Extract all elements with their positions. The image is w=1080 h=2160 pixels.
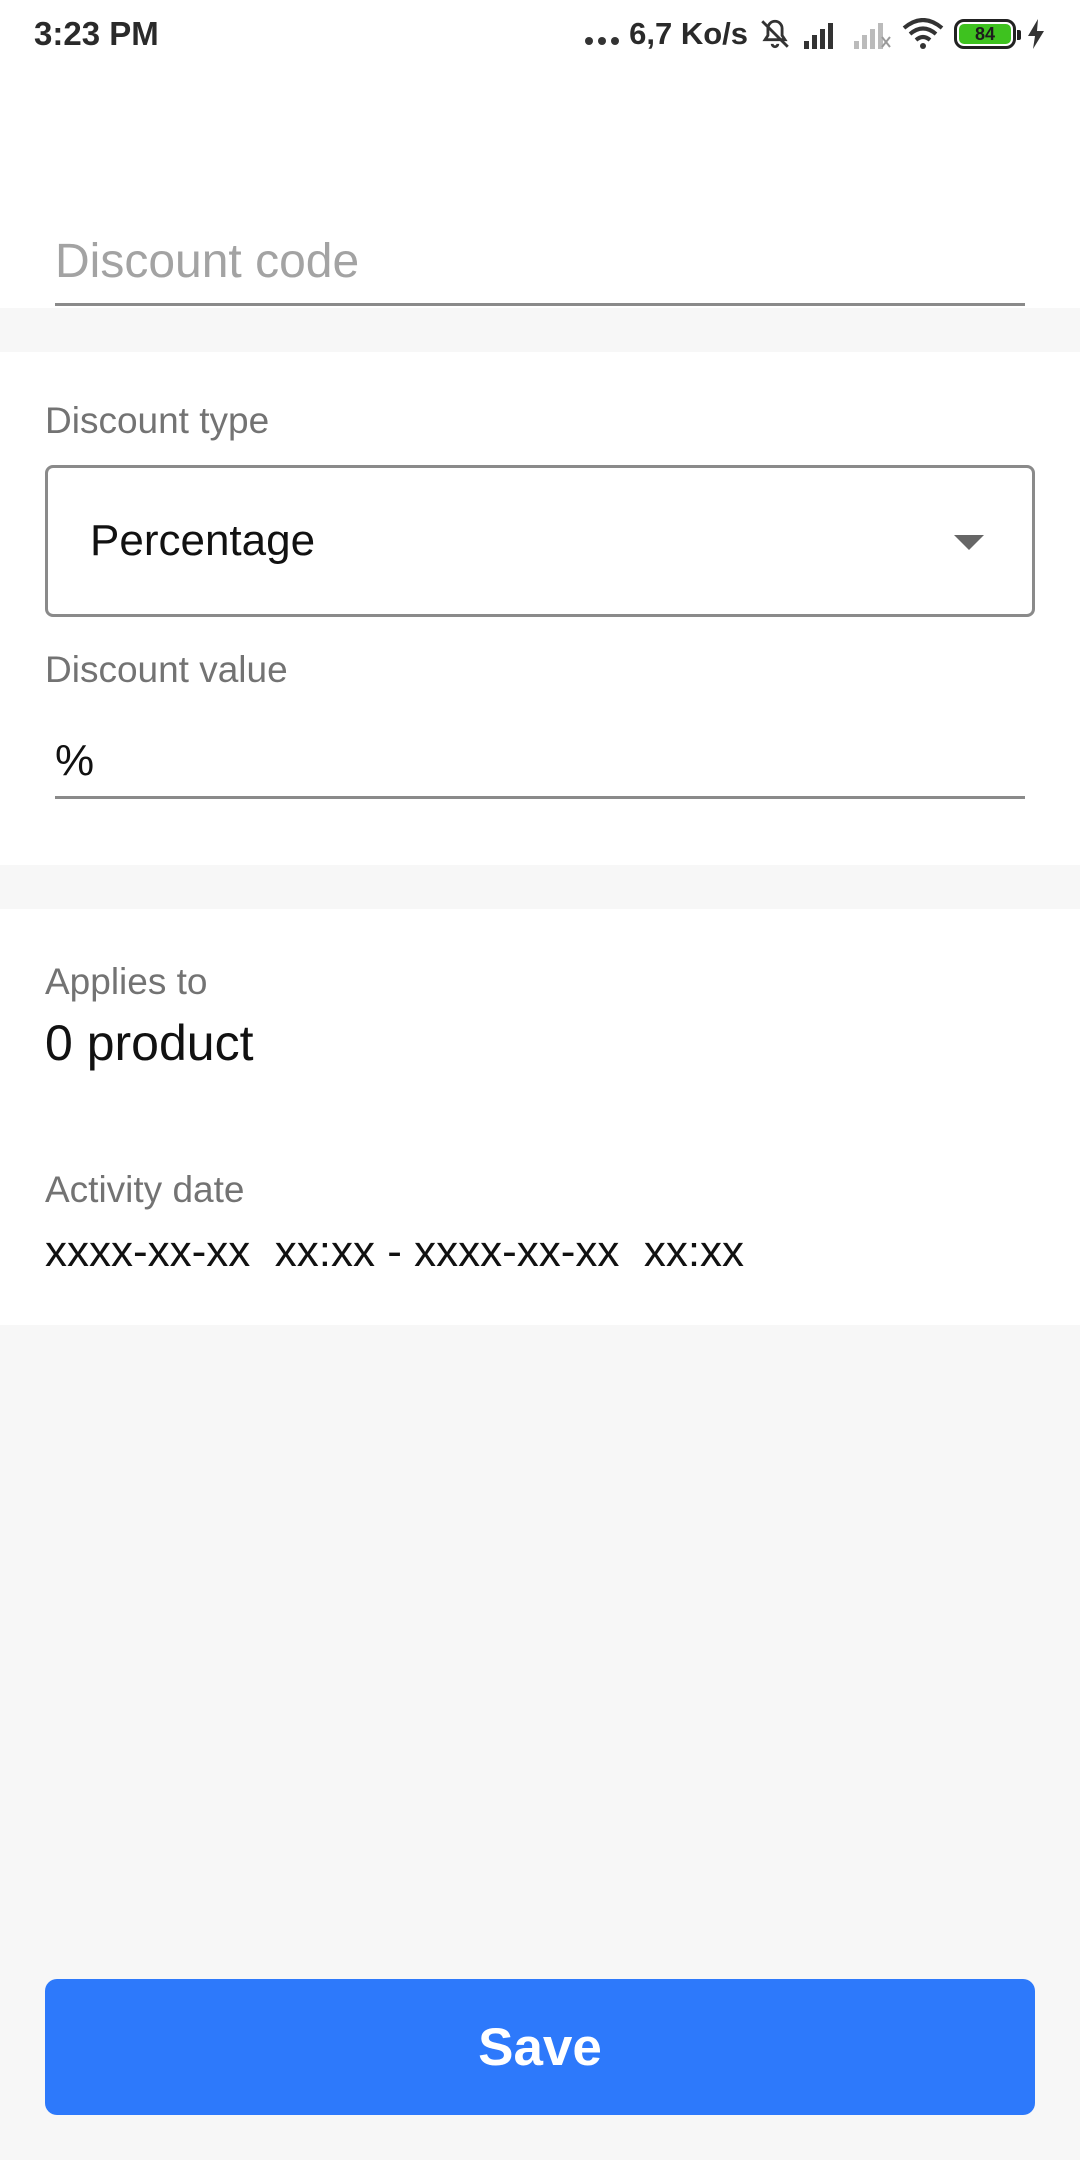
more-dots-icon (585, 23, 620, 45)
activity-date-value[interactable]: xxxx-xx-xx xx:xx - xxxx-xx-xx xx:xx (45, 1227, 744, 1277)
discount-type-label: Discount type (45, 400, 270, 441)
no-signal-icon (852, 19, 892, 49)
applies-to-label: Applies to (45, 961, 208, 1002)
chevron-down-icon (954, 535, 984, 550)
status-icons: 6,7 Ko/s 84 (585, 16, 1046, 52)
save-button[interactable]: Save (45, 1979, 1035, 2115)
activity-date-label: Activity date (45, 1169, 245, 1210)
discount-code-input[interactable]: Discount code (55, 164, 1025, 306)
discount-type-section: Discount type Percentage Discount value … (0, 352, 1080, 865)
battery-icon: 84 (954, 19, 1021, 49)
battery-level: 84 (959, 24, 1011, 44)
applies-to-value[interactable]: 0 product (45, 1014, 253, 1072)
applies-section: Applies to 0 product Activity date xxxx-… (0, 909, 1080, 1325)
discount-type-value: Percentage (90, 516, 316, 565)
discount-type-select[interactable]: Percentage (45, 465, 1035, 617)
status-time: 3:23 PM (34, 15, 159, 52)
wifi-icon (902, 18, 944, 50)
signal-icon (802, 19, 842, 49)
discount-code-placeholder: Discount code (55, 235, 360, 288)
mute-bell-icon (758, 17, 792, 51)
net-speed: 6,7 Ko/s (629, 16, 748, 51)
discount-value-unit: % (55, 736, 95, 785)
discount-code-section: Discount code (0, 68, 1080, 308)
discount-value-label: Discount value (45, 649, 288, 690)
discount-value-input[interactable]: % (55, 715, 1025, 799)
charging-icon (1026, 19, 1046, 49)
status-bar: 3:23 PM 6,7 Ko/s 84 (0, 0, 1080, 68)
